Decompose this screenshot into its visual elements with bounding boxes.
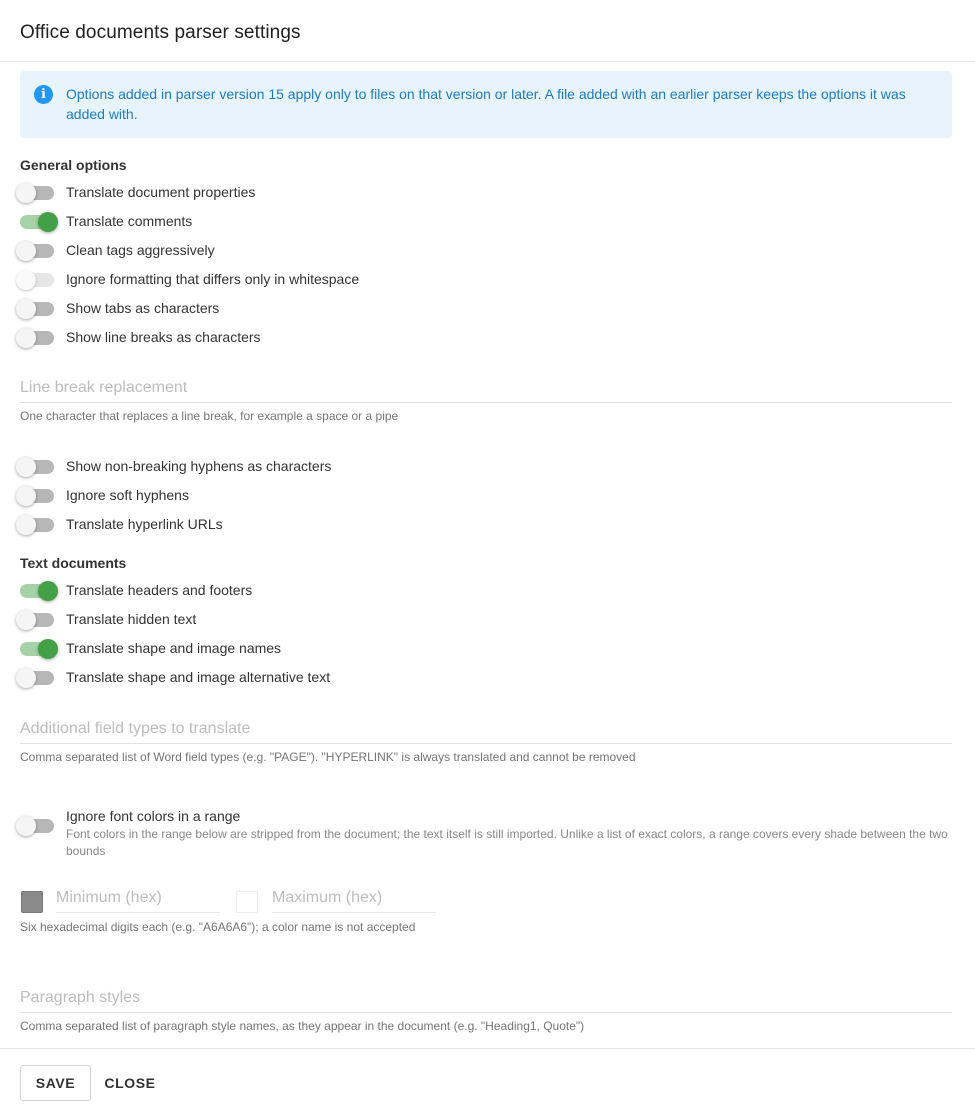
- dialog-header: Office documents parser settings: [0, 0, 975, 62]
- toggle-switch[interactable]: [16, 515, 58, 535]
- dialog-title: Office documents parser settings: [20, 22, 301, 43]
- toggle-switch[interactable]: [16, 610, 58, 630]
- text-documents-heading: Text documents: [20, 555, 127, 571]
- paragraph-styles-helper: Comma separated list of paragraph style …: [20, 1019, 585, 1033]
- toggle-switch[interactable]: [16, 581, 58, 601]
- field-types-field: Comma separated list of Word field types…: [20, 714, 952, 764]
- toggle-row-translate-hyperlink-urls[interactable]: Translate hyperlink URLs: [16, 513, 616, 537]
- toggle-switch[interactable]: [16, 212, 58, 232]
- toggle-label: Show line breaks as characters: [66, 329, 261, 345]
- toggle-switch[interactable]: [16, 486, 58, 506]
- toggle-row-translate-document-properties[interactable]: Translate document properties: [16, 181, 616, 205]
- parser-settings-dialog: Office documents parser settings i Optio…: [0, 0, 975, 1111]
- toggle-label: Show tabs as characters: [66, 300, 220, 316]
- line-break-replacement-input[interactable]: [20, 373, 952, 403]
- toggle-switch[interactable]: [16, 328, 58, 348]
- toggle-row-show-non-breaking-hyphens[interactable]: Show non-breaking hyphens as characters: [16, 455, 616, 479]
- toggle-label: Translate headers and footers: [66, 582, 253, 598]
- hex-helper: Six hexadecimal digits each (e.g. "A6A6A…: [20, 920, 416, 934]
- toggle-label: Ignore formatting that differs only in w…: [66, 271, 360, 287]
- toggle-row-ignore-soft-hyphens[interactable]: Ignore soft hyphens: [16, 484, 616, 508]
- close-button[interactable]: CLOSE: [96, 1065, 164, 1101]
- toggle-label: Translate shape and image alternative te…: [66, 669, 331, 685]
- toggle-switch[interactable]: [16, 183, 58, 203]
- toggle-switch[interactable]: [16, 816, 58, 836]
- toggle-label: Clean tags aggressively: [66, 242, 215, 258]
- save-button[interactable]: SAVE: [20, 1065, 91, 1101]
- toggle-row-show-line-breaks-as-characters[interactable]: Show line breaks as characters: [16, 326, 616, 350]
- toggle-switch[interactable]: [16, 299, 58, 319]
- toggle-switch[interactable]: [16, 639, 58, 659]
- line-break-replacement-field: One character that replaces a line break…: [20, 373, 952, 423]
- toggle-row-clean-tags-aggressively[interactable]: Clean tags aggressively: [16, 239, 616, 263]
- info-icon: i: [34, 85, 53, 104]
- toggle-row-translate-headers-footers[interactable]: Translate headers and footers: [16, 579, 616, 603]
- min-color-swatch[interactable]: [21, 891, 43, 913]
- toggle-label: Translate document properties: [66, 184, 256, 200]
- max-color-swatch[interactable]: [236, 891, 258, 913]
- toggle-label: Translate hidden text: [66, 611, 197, 627]
- toggle-switch[interactable]: [16, 270, 58, 290]
- toggle-row-translate-hidden-text[interactable]: Translate hidden text: [16, 608, 616, 632]
- toggle-label: Show non-breaking hyphens as characters: [66, 458, 332, 474]
- toggle-row-translate-shape-image-alt-text[interactable]: Translate shape and image alternative te…: [16, 666, 616, 690]
- toggle-label: Translate shape and image names: [66, 640, 282, 656]
- max-hex-input[interactable]: [272, 883, 436, 913]
- toggle-label: Translate comments: [66, 213, 193, 229]
- toggle-switch[interactable]: [16, 668, 58, 688]
- toggle-row-show-tabs-as-characters[interactable]: Show tabs as characters: [16, 297, 616, 321]
- ignore-font-colors-row[interactable]: Ignore font colors in a range Font color…: [16, 808, 956, 858]
- info-banner: i Options added in parser version 15 app…: [20, 71, 952, 138]
- toggle-row-ignore-whitespace-formatting[interactable]: Ignore formatting that differs only in w…: [16, 268, 616, 292]
- dialog-content[interactable]: i Options added in parser version 15 app…: [0, 62, 975, 1048]
- font-colors-description: Font colors in the range below are strip…: [66, 827, 948, 858]
- general-options-heading: General options: [20, 157, 127, 173]
- toggle-label: Translate hyperlink URLs: [66, 516, 223, 532]
- paragraph-styles-input[interactable]: [20, 983, 952, 1013]
- field-types-helper: Comma separated list of Word field types…: [20, 750, 636, 764]
- toggle-label: Ignore soft hyphens: [66, 487, 189, 503]
- toggle-label: Ignore font colors in a range: [66, 808, 241, 824]
- info-text: Options added in parser version 15 apply…: [66, 86, 906, 122]
- toggle-switch[interactable]: [16, 457, 58, 477]
- toggle-row-translate-shape-image-names[interactable]: Translate shape and image names: [16, 637, 616, 661]
- line-break-helper: One character that replaces a line break…: [20, 409, 399, 423]
- toggle-switch[interactable]: [16, 241, 58, 261]
- dialog-footer: SAVE CLOSE: [0, 1048, 975, 1111]
- paragraph-styles-field: Comma separated list of paragraph style …: [20, 983, 952, 1033]
- min-hex-input[interactable]: [56, 883, 220, 913]
- toggle-row-translate-comments[interactable]: Translate comments: [16, 210, 616, 234]
- field-types-input[interactable]: [20, 714, 952, 744]
